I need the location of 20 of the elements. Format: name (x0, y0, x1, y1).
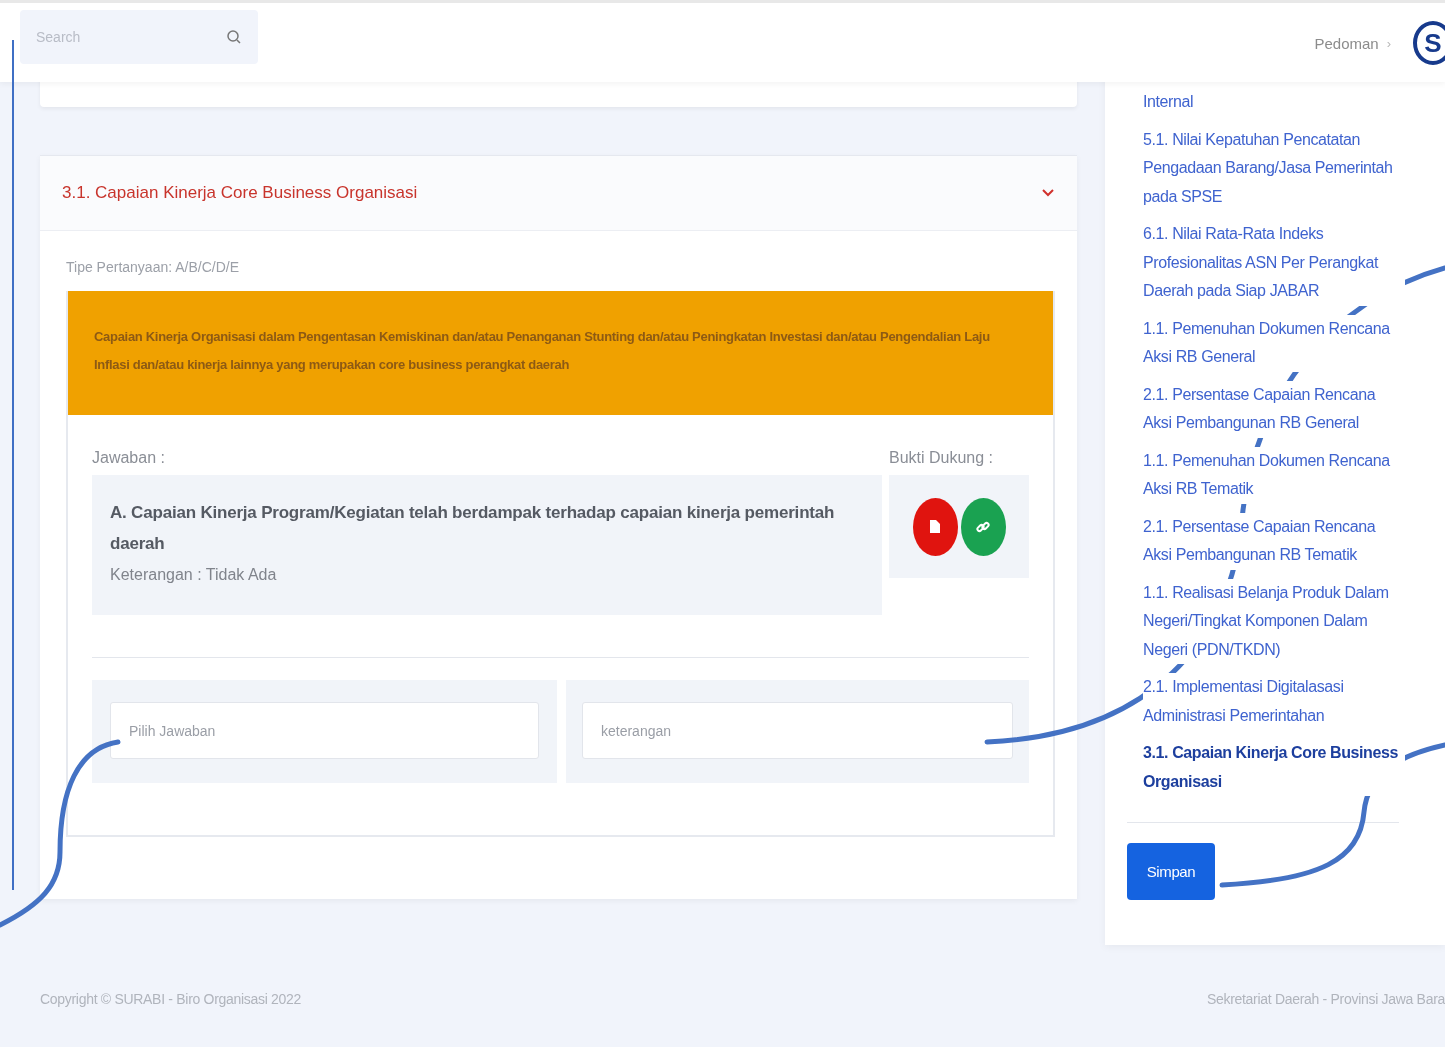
note-field[interactable]: keterangan (582, 702, 1013, 759)
breadcrumb-separator: › (1386, 35, 1391, 51)
accordion-header[interactable]: 3.1. Capaian Kinerja Core Business Organisasi (40, 156, 1077, 231)
breadcrumb-link[interactable]: Pedoman (1314, 34, 1379, 52)
file-icon (930, 520, 940, 533)
copyright-text: Copyright © SURABI - Biro Organisasi 2022 (40, 991, 301, 1007)
answer-note: Keterangan : Tidak Ada (110, 565, 278, 585)
search-icon (226, 29, 242, 45)
link-icon (976, 519, 990, 534)
footer-text: Sekretariat Daerah - Provinsi Jawa Bara (1206, 991, 1445, 1007)
search-field[interactable]: Search (20, 10, 258, 64)
answer-select[interactable]: Pilih Jawaban (110, 702, 539, 759)
answer-text: A. Capaian Kinerja Program/Kegiatan telah berdampak terhadap capaian kinerja pemerintah daerah (110, 502, 836, 555)
evidence-label: Bukti Dukung : (889, 449, 995, 467)
answer-label: Jawaban : (92, 449, 166, 467)
question-text: Capaian Kinerja Organisasi dalam Pengentasan Kemiskinan dan/atau Penanganan Stunting dan/atau Peningkatan Investasi dan/atau Pengendalian Laju Inflasi dan/atau kinerja lainnya yang merupakan core business perangkat daerah (94, 329, 990, 372)
question-title: 3.1. Capaian Kinerja Core Business Organisasi (62, 183, 418, 203)
question-type: Tipe Pertanyaan: A/B/C/D/E (66, 259, 240, 275)
save-button[interactable]: Simpan (1127, 843, 1215, 900)
logo: S (1413, 21, 1445, 65)
